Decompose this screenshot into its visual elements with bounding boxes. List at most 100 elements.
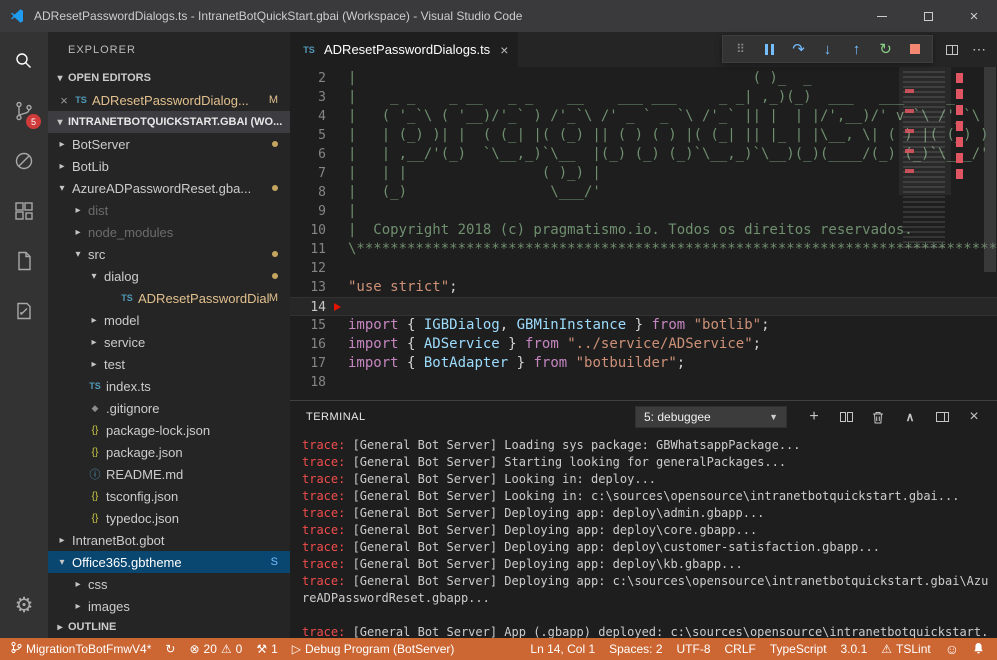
restart-button[interactable]: ↻ bbox=[872, 37, 899, 61]
tree-item-office365-gbtheme[interactable]: ▾Office365.gbthemeS bbox=[48, 551, 290, 573]
code-line-15[interactable]: 15import { IGBDialog, GBMinInstance } fr… bbox=[290, 316, 997, 335]
terminal-line: trace: [General Bot Server] Deploying ap… bbox=[302, 556, 995, 573]
tree-item-index-ts[interactable]: TSindex.ts bbox=[48, 375, 290, 397]
code-line-9[interactable]: 9| | bbox=[290, 202, 997, 221]
tree-item-model[interactable]: ▸model bbox=[48, 309, 290, 331]
debug-icon[interactable] bbox=[0, 136, 48, 186]
close-button[interactable]: × bbox=[951, 0, 997, 32]
log-level-label: trace: bbox=[302, 540, 345, 554]
tree-item-botlib[interactable]: ▸BotLib bbox=[48, 155, 290, 177]
tree-item-package-json[interactable]: {}package.json bbox=[48, 441, 290, 463]
log-text: [General Bot Server] App (.gbapp) deploy… bbox=[302, 625, 988, 638]
code-line-6[interactable]: 6| | ,__/'(_) `\__,_)`\__ |(_) (_) (_)`\… bbox=[290, 145, 997, 164]
edit-document-icon[interactable] bbox=[0, 286, 48, 336]
code-line-5[interactable]: 5| | (_) )| | ( (_| |( (_) || ( ) ( ) |(… bbox=[290, 126, 997, 145]
tab-close-icon[interactable]: × bbox=[500, 42, 508, 58]
tree-item-package-lock-json[interactable]: {}package-lock.json bbox=[48, 419, 290, 441]
search-icon[interactable] bbox=[0, 36, 48, 86]
panel-layout-button[interactable] bbox=[929, 405, 955, 429]
problems-item[interactable]: ⊗ 20 ⚠ 0 bbox=[182, 638, 249, 660]
tree-item-label: package-lock.json bbox=[106, 423, 210, 438]
split-terminal-button[interactable] bbox=[833, 405, 859, 429]
pause-button[interactable] bbox=[756, 37, 783, 61]
minimap[interactable] bbox=[899, 67, 951, 400]
tree-item-dist[interactable]: ▸dist bbox=[48, 199, 290, 221]
code-line-4[interactable]: 4| ( '_`\ ( '__)/'_` ) /'_`\ /' _ ` _ `\… bbox=[290, 107, 997, 126]
step-into-button[interactable]: ↓ bbox=[814, 37, 841, 61]
chevron-right-icon: ▸ bbox=[54, 139, 70, 150]
code-line-14[interactable]: 14 bbox=[290, 297, 997, 316]
code-line-3[interactable]: 3| _ _ _ __ _ _ __ ___ ___ _ _| ,_)(_) _… bbox=[290, 88, 997, 107]
split-editor-icon[interactable] bbox=[946, 45, 958, 55]
close-panel-button[interactable]: × bbox=[961, 405, 987, 429]
scrollbar-thumb[interactable] bbox=[984, 67, 996, 272]
sync-button[interactable]: ↻ bbox=[158, 638, 182, 660]
tree-item-src[interactable]: ▾src bbox=[48, 243, 290, 265]
code-line-13[interactable]: 13"use strict"; bbox=[290, 278, 997, 297]
new-terminal-button[interactable]: + bbox=[801, 405, 827, 429]
feedback-smiley-button[interactable]: ☺ bbox=[938, 638, 966, 660]
tree-item-botserver[interactable]: ▸BotServer bbox=[48, 133, 290, 155]
code-editor[interactable]: 2| ( )_ _ |3| _ _ _ __ _ _ __ ___ ___ _ … bbox=[290, 67, 997, 400]
tool-count-item[interactable]: ⚒ 1 bbox=[249, 638, 284, 660]
code-line-17[interactable]: 17import { BotAdapter } from "botbuilder… bbox=[290, 354, 997, 373]
source-control-icon[interactable]: 5 bbox=[0, 86, 48, 136]
tree-item-dialog[interactable]: ▾dialog bbox=[48, 265, 290, 287]
terminal-output[interactable]: trace: [General Bot Server] Loading sys … bbox=[290, 433, 997, 638]
settings-gear-icon[interactable]: ⚙ bbox=[0, 580, 48, 630]
sidebar-title: EXPLORER bbox=[48, 32, 290, 67]
debug-toolbar: ⠿ ↷ ↓ ↑ ↻ bbox=[722, 35, 933, 63]
toolbar-drag-handle[interactable]: ⠿ bbox=[727, 37, 754, 61]
terminal-tab-label[interactable]: TERMINAL bbox=[306, 411, 366, 423]
extensions-icon[interactable] bbox=[0, 186, 48, 236]
tree-item-tsconfig-json[interactable]: {}tsconfig.json bbox=[48, 485, 290, 507]
tree-item-images[interactable]: ▸images bbox=[48, 595, 290, 616]
tree-item-readme-md[interactable]: ⓘREADME.md bbox=[48, 463, 290, 485]
code-line-2[interactable]: 2| ( )_ _ | bbox=[290, 69, 997, 88]
step-out-button[interactable]: ↑ bbox=[843, 37, 870, 61]
git-branch-item[interactable]: MigrationToBotFmwV4* bbox=[4, 638, 158, 660]
tree-item-adresetpassworddial[interactable]: TSADResetPasswordDial...M bbox=[48, 287, 290, 309]
terminal-selector[interactable]: 5: debuggee ▼ bbox=[635, 406, 787, 428]
tree-item-azureadpasswordreset-gba[interactable]: ▾AzureADPasswordReset.gba... bbox=[48, 177, 290, 199]
code-line-10[interactable]: 10| Copyright 2018 (c) pragmatismo.io. T… bbox=[290, 221, 997, 240]
tree-item-node-modules[interactable]: ▸node_modules bbox=[48, 221, 290, 243]
notifications-bell-button[interactable] bbox=[966, 638, 991, 660]
close-editor-icon[interactable]: × bbox=[56, 93, 72, 108]
code-line-11[interactable]: 11\*************************************… bbox=[290, 240, 997, 259]
open-editor-item[interactable]: × TS ADResetPasswordDialog... M bbox=[48, 89, 290, 111]
eol-item[interactable]: CRLF bbox=[718, 638, 763, 660]
cursor-position-item[interactable]: Ln 14, Col 1 bbox=[523, 638, 602, 660]
code-line-7[interactable]: 7| | | ( )_) | | bbox=[290, 164, 997, 183]
ts-version-item[interactable]: 3.0.1 bbox=[834, 638, 875, 660]
indentation-item[interactable]: Spaces: 2 bbox=[602, 638, 669, 660]
tree-item-intranetbot-gbot[interactable]: ▸IntranetBot.gbot bbox=[48, 529, 290, 551]
kill-terminal-button[interactable] bbox=[865, 405, 891, 429]
terminal-line: trace: [General Bot Server] App (.gbapp)… bbox=[302, 624, 995, 638]
tab-adresetpassworddialogs[interactable]: TS ADResetPasswordDialogs.ts × bbox=[290, 32, 518, 67]
tree-item-css[interactable]: ▸css bbox=[48, 573, 290, 595]
maximize-button[interactable] bbox=[905, 0, 951, 32]
code-line-8[interactable]: 8| (_) \___/' | bbox=[290, 183, 997, 202]
tree-item-test[interactable]: ▸test bbox=[48, 353, 290, 375]
outline-section-header[interactable]: ▸ OUTLINE bbox=[48, 616, 290, 638]
tree-item-service[interactable]: ▸service bbox=[48, 331, 290, 353]
code-line-16[interactable]: 16import { ADService } from "../service/… bbox=[290, 335, 997, 354]
tree-item-typedoc-json[interactable]: {}typedoc.json bbox=[48, 507, 290, 529]
open-editors-section-header[interactable]: ▾ OPEN EDITORS bbox=[48, 67, 290, 89]
workspace-section-header[interactable]: ▾ INTRANETBOTQUICKSTART.GBAI (WO... bbox=[48, 111, 290, 133]
documents-icon[interactable] bbox=[0, 236, 48, 286]
code-line-12[interactable]: 12 bbox=[290, 259, 997, 278]
minimize-button[interactable] bbox=[859, 0, 905, 32]
encoding-item[interactable]: UTF-8 bbox=[670, 638, 718, 660]
tslint-item[interactable]: ⚠ TSLint bbox=[874, 638, 937, 660]
maximize-panel-button[interactable]: ∧ bbox=[897, 405, 923, 429]
stop-button[interactable] bbox=[901, 37, 928, 61]
language-mode-item[interactable]: TypeScript bbox=[763, 638, 834, 660]
step-over-button[interactable]: ↷ bbox=[785, 37, 812, 61]
editor-scrollbar[interactable] bbox=[983, 67, 997, 400]
debug-target-item[interactable]: ▷ Debug Program (BotServer) bbox=[285, 638, 462, 660]
tree-item-gitignore[interactable]: ◆.gitignore bbox=[48, 397, 290, 419]
more-actions-icon[interactable]: ⋯ bbox=[972, 41, 987, 58]
code-line-18[interactable]: 18 bbox=[290, 373, 997, 392]
